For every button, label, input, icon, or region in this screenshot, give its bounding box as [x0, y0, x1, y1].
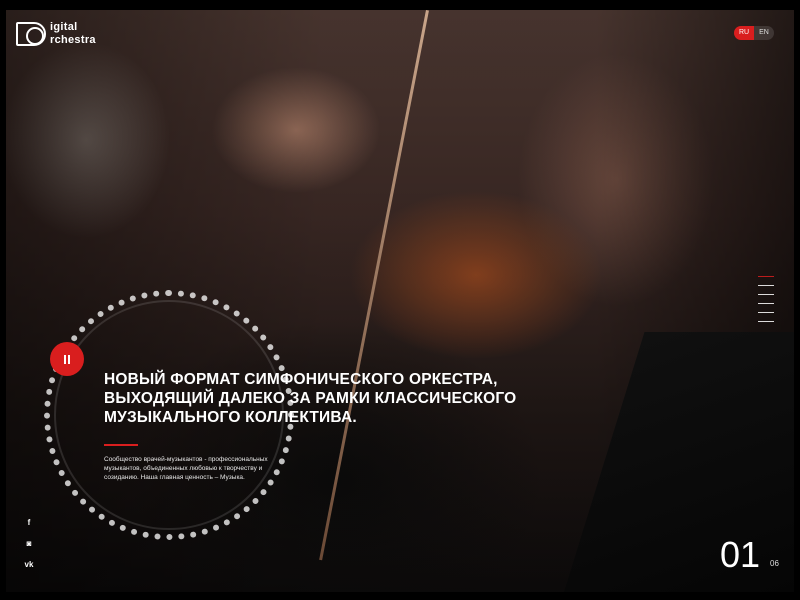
slide-counter-total: 06	[770, 559, 779, 568]
instagram-icon[interactable]: ◙	[22, 539, 36, 549]
pause-icon	[68, 354, 70, 364]
logo-text-line1: igital	[50, 21, 78, 33]
logo-mark-icon	[16, 22, 46, 46]
slide-nav-item[interactable]	[758, 294, 774, 295]
lang-en[interactable]: EN	[754, 26, 774, 40]
slide-nav-item[interactable]	[758, 285, 774, 286]
logo[interactable]: igital rchestra	[16, 20, 126, 50]
logo-text-line2: rchestra	[50, 34, 96, 46]
facebook-icon[interactable]: f	[22, 518, 36, 528]
hero-headline: Новый формат симфонического оркестра, вы…	[104, 371, 517, 426]
pause-button[interactable]	[50, 342, 84, 376]
pause-icon	[64, 354, 66, 364]
slide-nav-item[interactable]	[758, 321, 774, 322]
slide-counter: 01 06	[720, 535, 790, 575]
vk-icon[interactable]: vk	[22, 560, 36, 570]
page-frame: igital rchestra RU EN Новый формат симфо…	[0, 0, 800, 600]
lang-ru[interactable]: RU	[734, 26, 755, 40]
slide-nav-item[interactable]	[758, 276, 774, 277]
accent-divider	[104, 444, 138, 446]
slide-counter-current: 01	[720, 534, 761, 575]
language-switcher: RU EN	[734, 26, 774, 40]
slide-nav-item[interactable]	[758, 312, 774, 313]
slide-nav	[758, 276, 774, 330]
slide-nav-item[interactable]	[758, 303, 774, 304]
hero-description: Сообщество врачей-музыкантов - профессио…	[104, 456, 268, 481]
social-links: f ◙ vk	[22, 518, 36, 581]
